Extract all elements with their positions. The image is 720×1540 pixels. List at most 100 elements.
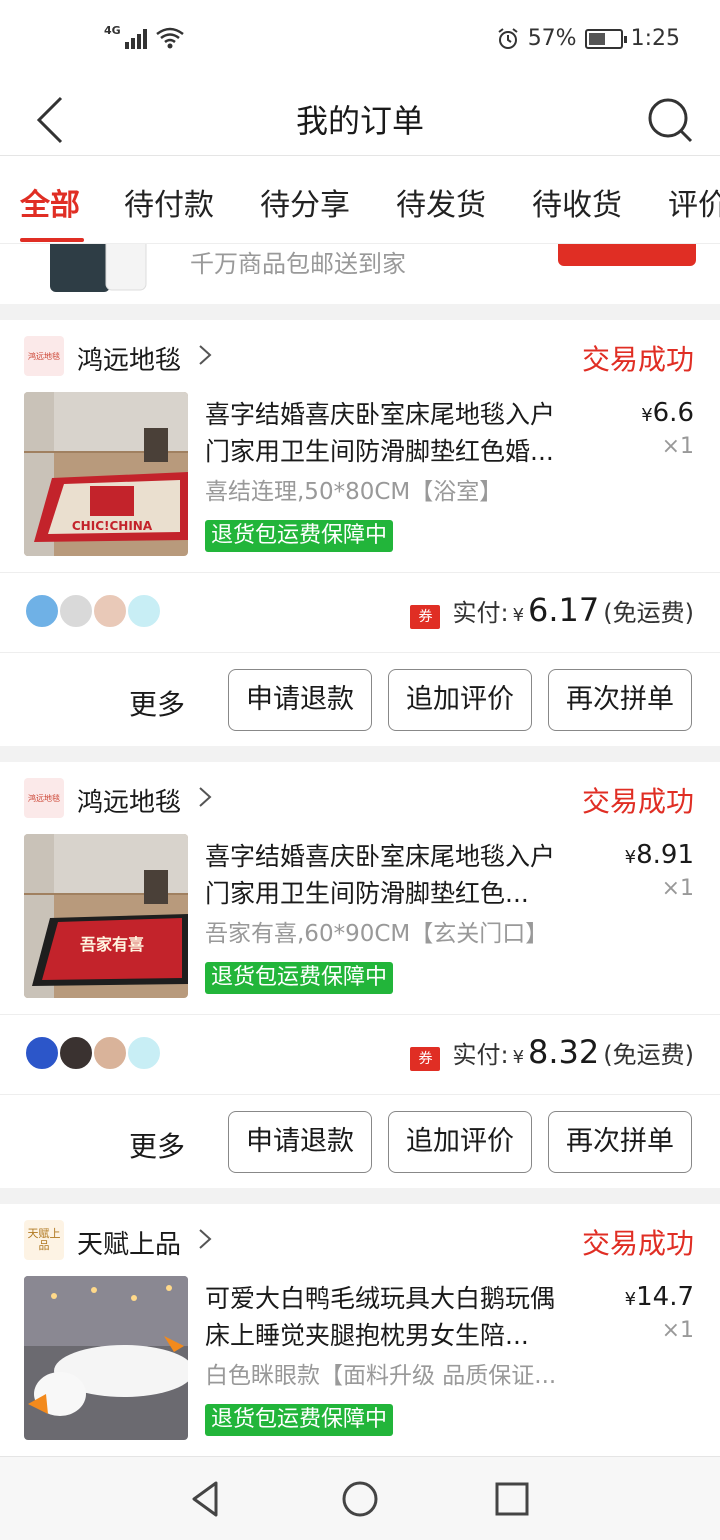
paid-value: 6.17 xyxy=(528,591,600,629)
product-quantity: ×1 xyxy=(661,1318,694,1343)
promo-banner[interactable]: 千万商品包邮送到家 xyxy=(0,244,720,304)
order-header: 鸿远地毯 鸿远地毯 交易成功 xyxy=(0,762,720,834)
store-name-link[interactable]: 鸿远地毯 xyxy=(77,782,181,819)
order-status: 交易成功 xyxy=(581,785,694,818)
product-title-line1: 可爱大白鸭毛绒玩具大白鹅玩偶 xyxy=(205,1284,556,1313)
payment-row: 券 实付: ¥8.32 (免运费) xyxy=(0,1014,720,1094)
app-header: 我的订单 xyxy=(0,80,720,156)
order-actions: 更多 申请退款 追加评价 再次拼单 xyxy=(0,1094,720,1188)
product-title-line1: 喜字结婚喜庆卧室床尾地毯入户 xyxy=(205,842,556,871)
signal-icon xyxy=(124,29,147,49)
product-quantity: ×1 xyxy=(661,434,694,459)
product-spec: 喜结连理,50*80CM【浴室】 xyxy=(205,479,503,505)
paid-currency: ¥ xyxy=(512,605,525,626)
price-value: 6.6 xyxy=(652,398,694,428)
promo-action-button[interactable] xyxy=(558,244,696,266)
nav-home-button[interactable] xyxy=(336,1475,384,1523)
nav-back-button[interactable] xyxy=(182,1475,230,1523)
reorder-button[interactable]: 再次拼单 xyxy=(548,1111,692,1173)
avatar xyxy=(58,593,94,629)
avatar xyxy=(24,593,60,629)
more-button[interactable]: 更多 xyxy=(129,1125,185,1165)
status-left: 4G xyxy=(104,23,185,50)
tab-pending-receipt[interactable]: 待收货 xyxy=(532,180,622,224)
section-divider xyxy=(0,1188,720,1204)
product-image xyxy=(24,1276,188,1440)
chevron-right-icon xyxy=(198,1228,212,1256)
store-name-link[interactable]: 天赋上品 xyxy=(77,1224,181,1261)
price-value: 14.7 xyxy=(636,1282,694,1312)
alarm-icon xyxy=(498,27,518,49)
return-shipping-badge: 退货包运费保障中 xyxy=(205,520,394,552)
order-tabs: 全部 待付款 待分享 待发货 待收货 评价 xyxy=(0,156,720,244)
rug-print-text: 吾家有喜 xyxy=(80,935,144,954)
price-currency: ¥ xyxy=(624,847,637,868)
tab-all[interactable]: 全部 xyxy=(20,180,80,224)
more-button[interactable]: 更多 xyxy=(129,683,185,723)
search-button[interactable] xyxy=(640,90,700,150)
tab-pending-shipment[interactable]: 待发货 xyxy=(396,180,486,224)
network-label: 4G xyxy=(104,23,121,37)
add-review-button[interactable]: 追加评价 xyxy=(388,669,532,731)
product-spec: 吾家有喜,60*90CM【玄关门口】 xyxy=(205,921,549,947)
order-status: 交易成功 xyxy=(581,1227,694,1260)
payment-row: 券 实付: ¥6.17 (免运费) xyxy=(0,572,720,652)
product-price: ¥6.6 xyxy=(641,398,694,428)
product-title: 可爱大白鸭毛绒玩具大白鹅玩偶 床上睡觉夹腿抱枕男女生陪... xyxy=(205,1280,597,1354)
store-name-link[interactable]: 鸿远地毯 xyxy=(77,340,181,377)
section-divider xyxy=(0,304,720,320)
triangle-back-icon xyxy=(192,1481,218,1517)
avatar xyxy=(24,1035,60,1071)
price-currency: ¥ xyxy=(624,1289,637,1310)
circle-home-icon xyxy=(342,1481,378,1517)
paid-currency: ¥ xyxy=(512,1047,525,1068)
avatar xyxy=(126,1035,162,1071)
store-logo: 天赋上品 xyxy=(24,1220,64,1260)
add-review-button[interactable]: 追加评价 xyxy=(388,1111,532,1173)
order-item[interactable]: 吾家有喜 喜字结婚喜庆卧室床尾地毯入户 门家用卫生间防滑脚垫红色... 吾家有喜… xyxy=(0,834,720,1014)
square-recent-icon xyxy=(495,1482,529,1516)
page-title: 我的订单 xyxy=(295,102,424,140)
reorder-button[interactable]: 再次拼单 xyxy=(548,669,692,731)
shipping-note: (免运费) xyxy=(603,1041,694,1069)
chevron-right-icon xyxy=(198,344,212,372)
avatar xyxy=(92,1035,128,1071)
product-quantity: ×1 xyxy=(661,876,694,901)
paid-amount: 券 实付: ¥8.32 (免运费) xyxy=(410,1033,694,1071)
avatar xyxy=(92,593,128,629)
order-card: 鸿远地毯 鸿远地毯 交易成功 CHIC!CHINA 喜字结婚喜庆卧室床尾地毯入户… xyxy=(0,320,720,746)
tab-pending-share[interactable]: 待分享 xyxy=(260,180,350,224)
refund-button[interactable]: 申请退款 xyxy=(228,669,372,731)
avatar xyxy=(58,1035,94,1071)
search-icon xyxy=(648,98,693,143)
group-members[interactable] xyxy=(24,1035,162,1071)
tab-review[interactable]: 评价 xyxy=(668,180,720,224)
paid-label: 实付: xyxy=(452,1041,509,1069)
section-divider xyxy=(0,746,720,762)
group-members[interactable] xyxy=(24,593,162,629)
order-status: 交易成功 xyxy=(581,343,694,376)
refund-button[interactable]: 申请退款 xyxy=(228,1111,372,1173)
battery-fill xyxy=(588,32,605,45)
coupon-icon: 券 xyxy=(410,605,441,629)
product-price: ¥14.7 xyxy=(625,1282,694,1312)
battery-percent: 57% xyxy=(527,26,577,51)
avatar xyxy=(126,593,162,629)
rug-print-text: CHIC!CHINA xyxy=(72,519,153,533)
order-header: 天赋上品 天赋上品 交易成功 xyxy=(0,1204,720,1276)
system-nav-bar xyxy=(0,1456,720,1540)
product-price: ¥8.91 xyxy=(625,840,694,870)
return-shipping-badge: 退货包运费保障中 xyxy=(205,962,394,994)
tab-pending-payment[interactable]: 待付款 xyxy=(124,180,214,224)
coupon-icon: 券 xyxy=(410,1047,441,1071)
price-currency: ¥ xyxy=(641,405,653,426)
product-title-line2: 床上睡觉夹腿抱枕男女生陪... xyxy=(205,1321,529,1350)
status-bar: 4G 57% 1:25 xyxy=(0,0,720,80)
store-logo: 鸿远地毯 xyxy=(24,336,64,376)
nav-recent-button[interactable] xyxy=(488,1475,536,1523)
product-title: 喜字结婚喜庆卧室床尾地毯入户 门家用卫生间防滑脚垫红色... xyxy=(205,838,597,912)
order-item[interactable]: 可爱大白鸭毛绒玩具大白鹅玩偶 床上睡觉夹腿抱枕男女生陪... 白色眯眼款【面料升… xyxy=(0,1276,720,1456)
tab-active-indicator xyxy=(20,238,84,242)
order-actions: 更多 申请退款 追加评价 再次拼单 xyxy=(0,652,720,746)
order-item[interactable]: CHIC!CHINA 喜字结婚喜庆卧室床尾地毯入户 门家用卫生间防滑脚垫红色婚.… xyxy=(0,392,720,572)
